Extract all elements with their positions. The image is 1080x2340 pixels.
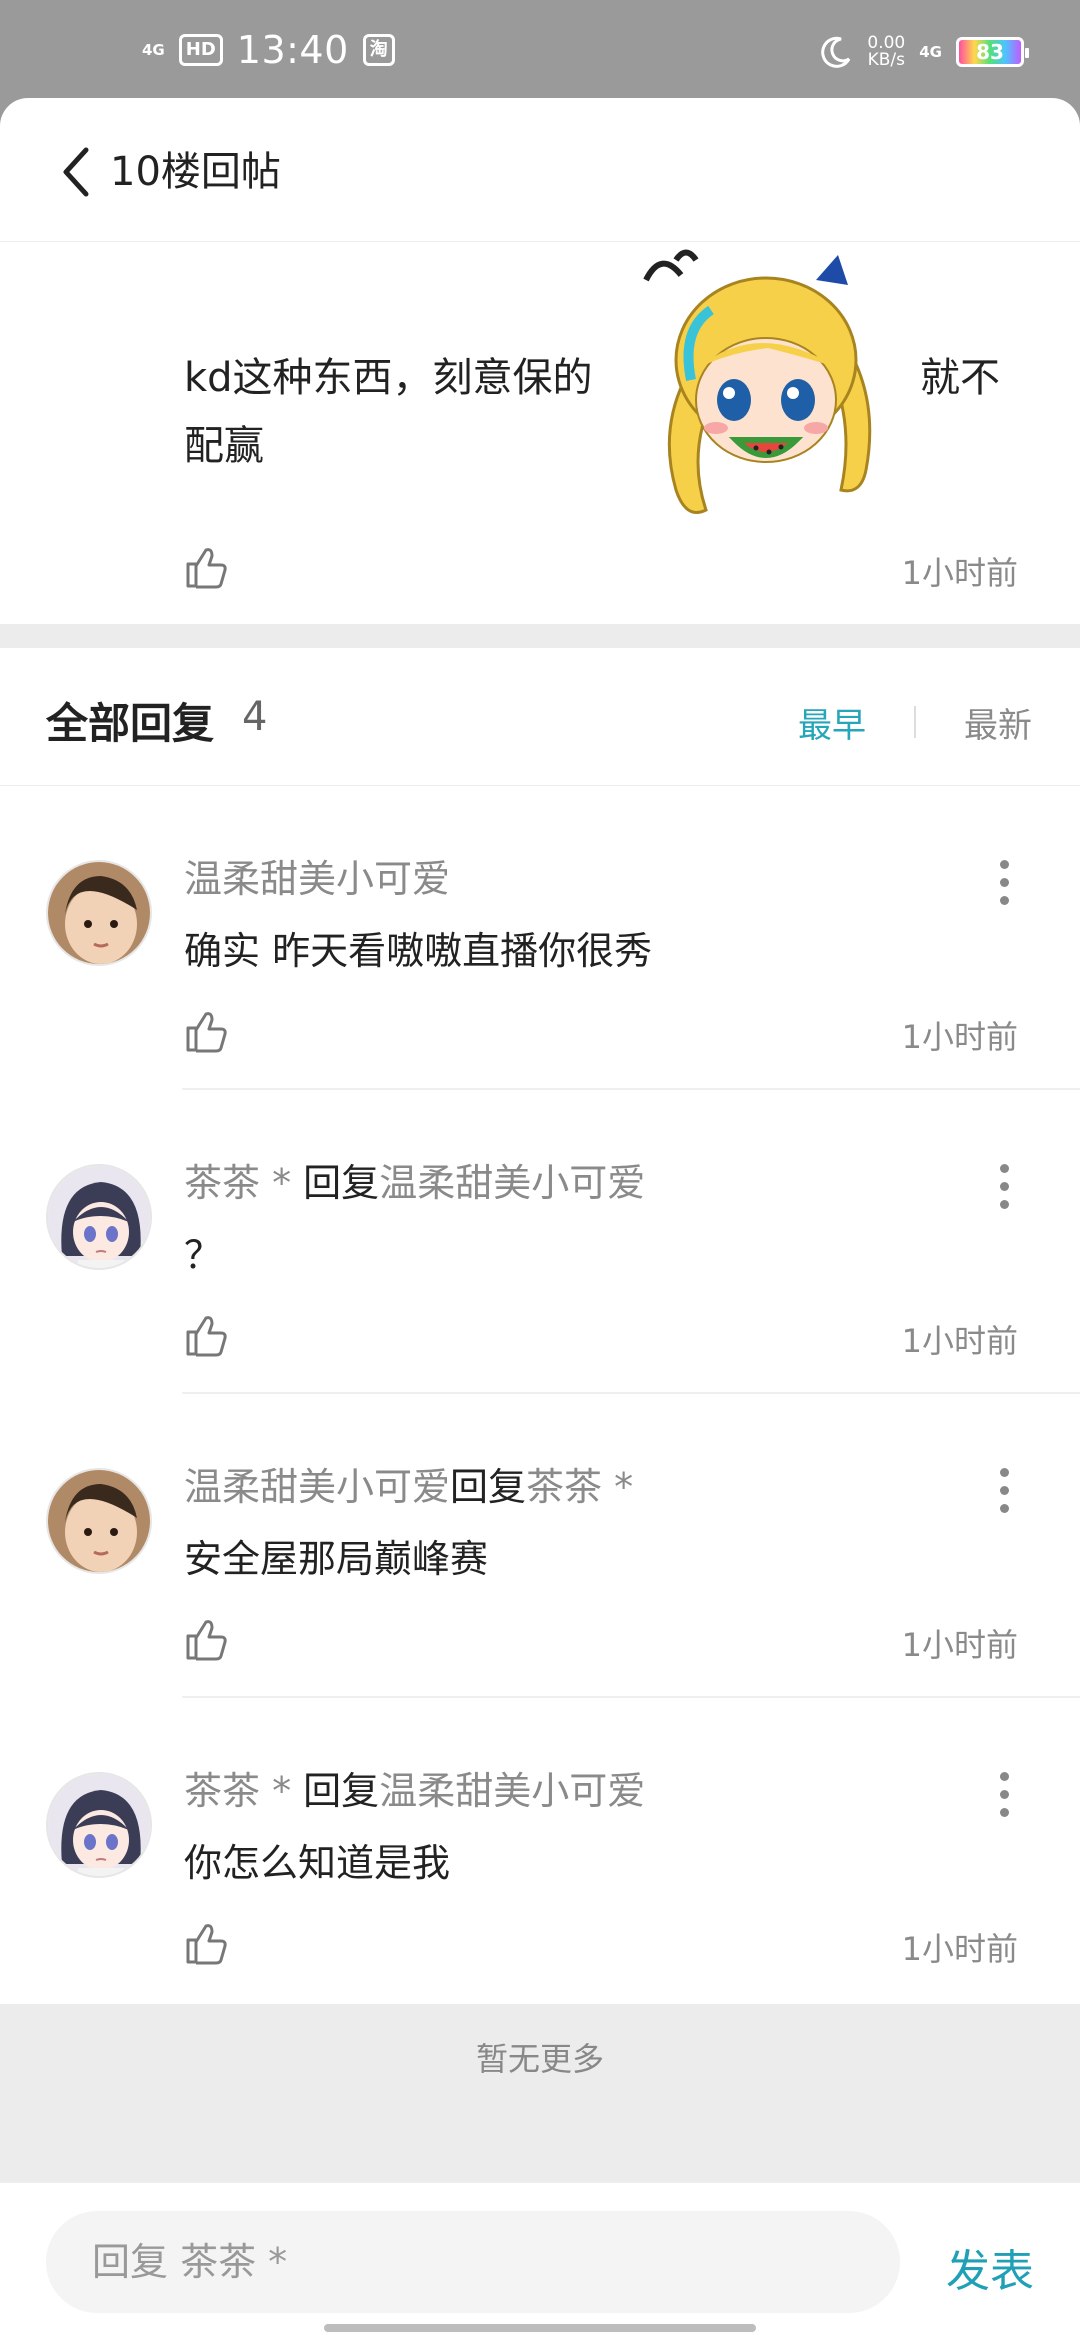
post-text-continued: 就不: [920, 355, 1000, 401]
reply-content: 确实 昨天看嗷嗷直播你很秀: [184, 929, 653, 973]
author-name[interactable]: 茶茶 *: [184, 1769, 303, 1813]
reply-word: 回复: [303, 1161, 380, 1205]
home-indicator[interactable]: [324, 2324, 756, 2332]
reply-time: 1小时前: [901, 1930, 1018, 1968]
taobao-icon: 淘: [362, 34, 395, 66]
post-text: kd这种东西，刻意保的: [184, 355, 593, 401]
reply-meta: 温柔甜美小可爱: [184, 848, 450, 903]
back-arrow-icon[interactable]: [56, 142, 96, 202]
reply-word: 回复: [450, 1465, 527, 1509]
reply-time: 1小时前: [901, 1626, 1018, 1664]
reply-content: 你怎么知道是我: [184, 1841, 451, 1885]
moon-icon: [821, 36, 851, 68]
hd-icon: HD: [178, 34, 223, 66]
more-options-icon[interactable]: [992, 1164, 1016, 1214]
like-icon[interactable]: [184, 1312, 228, 1358]
sort-newest-tab[interactable]: 最新: [964, 698, 1032, 747]
more-options-icon[interactable]: [992, 1772, 1016, 1822]
reply-word: 回复: [303, 1769, 380, 1813]
author-name[interactable]: 茶茶 *: [184, 1161, 303, 1205]
post-text-line2: 配赢: [184, 423, 264, 469]
network-icon: 4G: [919, 43, 942, 61]
reply-item: 茶茶 * 回复温柔甜美小可爱 你怎么知道是我 1小时前: [0, 1698, 1080, 2002]
sort-divider: [914, 706, 916, 738]
avatar[interactable]: [46, 1164, 152, 1270]
divider: [0, 624, 1080, 648]
reply-meta: 茶茶 * 回复温柔甜美小可爱: [184, 1152, 645, 1207]
signal-icon: 4G: [142, 41, 165, 59]
replies-title: 全部回复: [46, 699, 215, 748]
send-button[interactable]: 发表: [946, 2235, 1034, 2299]
author-name[interactable]: 温柔甜美小可爱: [184, 857, 450, 901]
reply-meta: 茶茶 * 回复温柔甜美小可爱: [184, 1760, 645, 1815]
reply-item: 温柔甜美小可爱 确实 昨天看嗷嗷直播你很秀 1小时前: [0, 786, 1080, 1090]
reply-input-bar: 发表: [0, 2182, 1080, 2340]
reply-item: 温柔甜美小可爱回复茶茶 * 安全屋那局巅峰赛 1小时前: [0, 1394, 1080, 1698]
status-right: 0.00 KB/s 4G 83: [819, 32, 1029, 72]
no-more-text: 暂无更多: [475, 2040, 604, 2078]
sticker-image: [643, 249, 872, 514]
avatar[interactable]: [46, 860, 152, 966]
like-icon[interactable]: [184, 1008, 228, 1054]
reply-meta: 温柔甜美小可爱回复茶茶 *: [184, 1456, 633, 1511]
like-icon[interactable]: [184, 1616, 228, 1662]
header: 10楼回帖: [0, 98, 1080, 242]
battery-icon: 83: [956, 37, 1029, 67]
network-speed: 0.00 KB/s: [867, 35, 905, 69]
sort-earliest-tab[interactable]: 最早: [798, 698, 866, 747]
avatar[interactable]: [46, 1468, 152, 1574]
more-options-icon[interactable]: [992, 1468, 1016, 1518]
reply-target[interactable]: 茶茶 *: [526, 1465, 633, 1509]
more-options-icon[interactable]: [992, 860, 1016, 910]
like-icon[interactable]: [184, 1920, 228, 1966]
reply-time: 1小时前: [901, 1018, 1018, 1056]
reply-content: ？: [184, 1233, 223, 1277]
status-time: 13:40: [236, 28, 349, 72]
author-name[interactable]: 温柔甜美小可爱: [184, 1465, 450, 1509]
replies-count: 4: [242, 694, 268, 740]
avatar[interactable]: [46, 1772, 152, 1878]
reply-target[interactable]: 温柔甜美小可爱: [379, 1161, 645, 1205]
reply-target[interactable]: 温柔甜美小可爱: [379, 1769, 645, 1813]
like-icon[interactable]: [184, 544, 228, 590]
reply-content: 安全屋那局巅峰赛: [184, 1537, 489, 1581]
speed-unit: KB/s: [867, 50, 906, 70]
reply-input[interactable]: [46, 2211, 900, 2313]
reply-sheet: 10楼回帖 kd这种东西，刻意保的 就不 配赢 1小时前 全部回复 4 最早 最…: [0, 98, 1080, 2340]
reply-time: 1小时前: [901, 1322, 1018, 1360]
page-title: 10楼回帖: [110, 149, 281, 195]
post-time: 1小时前: [901, 554, 1018, 592]
replies-header: 全部回复 4 最早 最新: [0, 648, 1080, 786]
status-bar: 4G HD 13:40 淘 0.00 KB/s 4G 83: [0, 0, 1080, 100]
reply-item: 茶茶 * 回复温柔甜美小可爱 ？ 1小时前: [0, 1090, 1080, 1394]
status-left: 4G HD 13:40 淘: [142, 28, 395, 72]
